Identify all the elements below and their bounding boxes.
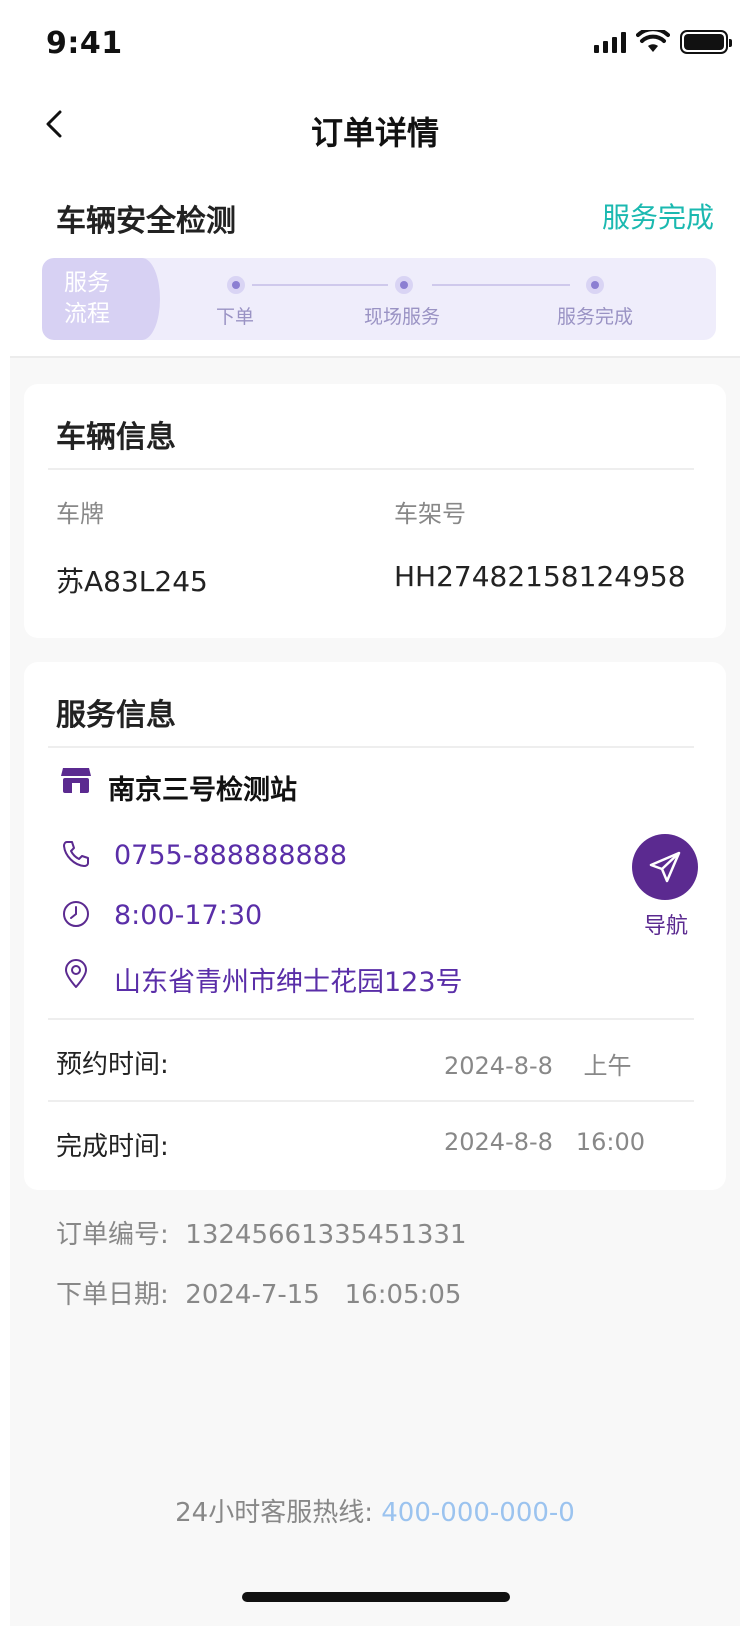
booking-time-value: 2024-8-8 上午: [444, 1052, 632, 1080]
card-title: 车辆信息: [56, 420, 176, 455]
send-icon: [649, 851, 681, 883]
flow-step-label: 下单: [216, 306, 255, 328]
divider: [48, 468, 694, 470]
order-date: 下单日期: 2024-7-15 16:05:05: [56, 1280, 462, 1310]
shop-icon: [61, 768, 91, 793]
navigate-button[interactable]: 导航: [632, 834, 700, 940]
hotline: 24小时客服热线: 400-000-000-0: [0, 1492, 750, 1529]
service-header: 车辆安全检测 服务完成: [0, 190, 750, 240]
navigate-label: 导航: [643, 914, 688, 939]
finish-time-value: 2024-8-8 16:00: [444, 1128, 645, 1156]
flow-line: [252, 284, 388, 286]
status-icons: [594, 30, 732, 54]
business-hours: 8:00-17:30: [114, 900, 263, 931]
address-text: 山东省青州市绅士花园123号: [114, 967, 463, 998]
phone-icon: [63, 841, 89, 867]
vin-label: 车架号: [394, 500, 466, 528]
flow-step-dot: [395, 276, 413, 294]
status-bar: 9:41: [0, 0, 750, 90]
cellular-signal-icon: [594, 31, 626, 53]
phone-number-link[interactable]: 0755-888888888: [114, 840, 347, 871]
nav-bar: 订单详情: [0, 96, 750, 168]
vin-value: HH27482158124958: [394, 560, 686, 593]
service-flow-bar: 服务流程 下单 现场服务 服务完成: [42, 258, 716, 340]
navigate-circle: [632, 834, 698, 900]
service-info-card: 服务信息 南京三号检测站 0755-888888888 8:00-17:30 山…: [24, 662, 726, 1190]
hotline-label: 24小时客服热线:: [175, 1498, 373, 1528]
order-number: 订单编号: 13245661335451331: [56, 1220, 467, 1250]
flow-step-dot: [227, 276, 245, 294]
divider: [48, 746, 694, 748]
flow-line: [432, 284, 570, 286]
vehicle-info-card: 车辆信息 车牌 车架号 苏A83L245 HH27482158124958: [24, 384, 726, 638]
page-title: 订单详情: [310, 114, 439, 152]
service-name: 车辆安全检测: [56, 204, 236, 239]
plate-value: 苏A83L245: [56, 565, 208, 598]
wifi-icon: [636, 30, 670, 52]
flow-step-label: 现场服务: [364, 306, 441, 328]
divider: [48, 1100, 694, 1102]
flow-step-label: 服务完成: [557, 306, 634, 328]
battery-icon: [680, 30, 732, 54]
finish-time-label: 完成时间:: [56, 1132, 169, 1162]
status-time: 9:41: [46, 26, 123, 61]
service-status-badge: 服务完成: [601, 201, 714, 234]
flow-tag-label: 服务流程: [64, 270, 110, 327]
plate-label: 车牌: [56, 500, 104, 528]
hotline-number-link[interactable]: 400-000-000-0: [381, 1498, 575, 1528]
home-indicator: [242, 1592, 510, 1602]
booking-time-label: 预约时间:: [56, 1050, 169, 1080]
divider: [48, 1018, 694, 1020]
shop-name: 南京三号检测站: [108, 775, 297, 806]
card-title: 服务信息: [56, 698, 176, 733]
clock-icon: [63, 901, 89, 927]
location-icon: [65, 959, 87, 988]
flow-step-dot: [586, 276, 604, 294]
